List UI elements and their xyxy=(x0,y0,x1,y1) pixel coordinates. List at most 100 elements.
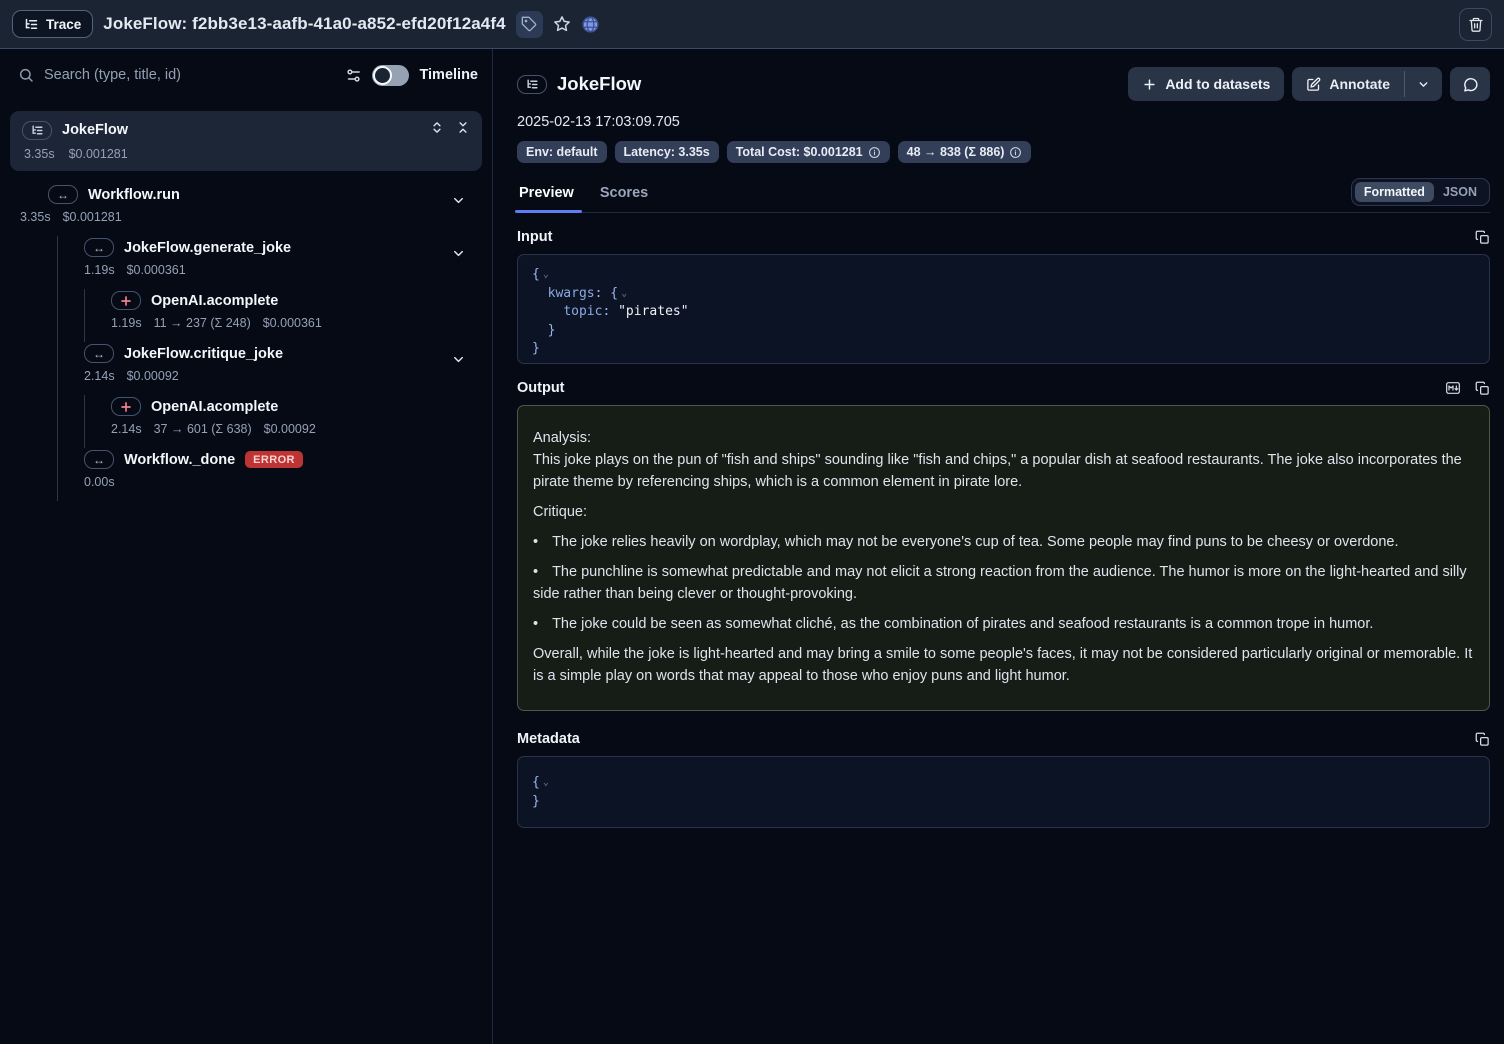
collapse-chevron[interactable]: ⌄ xyxy=(618,288,627,299)
node-latency: 1.19s xyxy=(111,316,142,330)
total-cost-badge: Total Cost: $0.001281 xyxy=(727,141,890,163)
analysis-text: This joke plays on the pun of "fish and … xyxy=(533,452,1462,490)
metadata-json-viewer[interactable]: {⌄ } xyxy=(517,756,1490,828)
node-tokens: 37 → 601 (Σ 638) xyxy=(154,422,252,436)
input-heading: Input xyxy=(517,229,552,245)
comments-button[interactable] xyxy=(1450,67,1490,101)
format-toggle: Formatted JSON xyxy=(1351,178,1490,206)
trace-badge-label: Trace xyxy=(46,17,81,32)
closing-text: Overall, while the joke is light-hearted… xyxy=(533,643,1474,687)
chevron-down-icon[interactable] xyxy=(451,352,466,372)
filter-settings-icon[interactable] xyxy=(345,67,362,84)
bullet-marker: • xyxy=(533,564,552,580)
input-section-header: Input xyxy=(517,229,1490,245)
metadata-heading: Metadata xyxy=(517,731,580,747)
span-icon: ↔ xyxy=(84,450,114,469)
trace-detail-panel: JokeFlow Add to datasets Annotate xyxy=(493,49,1504,1044)
public-share-button[interactable] xyxy=(581,15,600,34)
format-toggle-formatted[interactable]: Formatted xyxy=(1355,182,1434,202)
generation-icon xyxy=(111,397,141,416)
tree-node-generate-joke[interactable]: ↔ JokeFlow.generate_joke 1.19s $0.000361 xyxy=(58,236,482,289)
input-json-viewer[interactable]: {⌄ kwargs: {⌄ topic: "pirates" } } xyxy=(517,254,1490,364)
globe-icon xyxy=(581,15,600,34)
node-cost: $0.000361 xyxy=(127,263,186,277)
chevron-down-icon[interactable] xyxy=(451,193,466,213)
list-tree-icon xyxy=(24,17,39,32)
info-icon xyxy=(1009,146,1022,159)
tree-node-jokeflow-root[interactable]: JokeFlow 3.35s $0.001281 xyxy=(10,111,482,171)
detail-tabs: Preview Scores Formatted JSON xyxy=(517,177,1490,213)
tokens-badge: 48 → 838 (Σ 886) xyxy=(898,141,1032,163)
toggle-knob xyxy=(373,66,392,85)
bullet-marker: • xyxy=(533,534,552,550)
trace-tree: JokeFlow 3.35s $0.001281 xyxy=(0,101,492,501)
tree-node-workflow-run[interactable]: ↔ Workflow.run 3.35s $0.001281 xyxy=(10,183,482,236)
span-icon: ↔ xyxy=(48,185,78,204)
tree-children-of-run: ↔ JokeFlow.generate_joke 1.19s $0.000361 xyxy=(57,236,482,501)
comment-bubble-icon xyxy=(1462,76,1479,93)
tree-node-openai-acomplete-1[interactable]: OpenAI.acomplete 1.19s 11 → 237 (Σ 248) … xyxy=(85,289,482,342)
node-tokens: 11 → 237 (Σ 248) xyxy=(154,316,251,330)
output-heading: Output xyxy=(517,380,565,396)
info-icon xyxy=(868,146,881,159)
tree-node-label: OpenAI.acomplete xyxy=(151,399,278,415)
span-icon: ↔ xyxy=(84,238,114,257)
tag-icon xyxy=(521,16,537,32)
metadata-section-header: Metadata xyxy=(517,731,1490,747)
collapse-chevron[interactable]: ⌄ xyxy=(540,777,549,788)
add-to-datasets-button[interactable]: Add to datasets xyxy=(1128,67,1284,101)
expand-all-icon[interactable] xyxy=(430,120,444,140)
plus-icon xyxy=(1142,77,1157,92)
copy-icon[interactable] xyxy=(1475,380,1490,396)
tags-button[interactable] xyxy=(516,11,543,38)
chevron-down-icon xyxy=(1417,78,1430,91)
search-row: Timeline xyxy=(0,49,492,101)
collapse-chevron[interactable]: ⌄ xyxy=(540,269,549,280)
search-icon xyxy=(18,67,34,83)
generation-icon xyxy=(111,291,141,310)
annotate-dropdown-button[interactable] xyxy=(1405,67,1442,101)
copy-icon[interactable] xyxy=(1475,732,1490,747)
latency-badge: Latency: 3.35s xyxy=(615,141,719,163)
trace-title: JokeFlow xyxy=(557,73,641,95)
tree-node-label: JokeFlow xyxy=(62,122,128,138)
tree-node-label: JokeFlow.generate_joke xyxy=(124,240,291,256)
chevron-down-icon[interactable] xyxy=(451,246,466,266)
bullet-marker: • xyxy=(533,616,552,632)
tree-node-openai-acomplete-2[interactable]: OpenAI.acomplete 2.14s 37 → 601 (Σ 638) … xyxy=(85,395,482,448)
annotate-button[interactable]: Annotate xyxy=(1292,67,1404,101)
critique-label: Critique: xyxy=(533,504,587,520)
node-latency: 1.19s xyxy=(84,263,115,277)
node-latency: 3.35s xyxy=(20,210,51,224)
timeline-toggle[interactable] xyxy=(372,65,409,86)
tree-node-critique-joke[interactable]: ↔ JokeFlow.critique_joke 2.14s $0.00092 xyxy=(58,342,482,395)
tree-node-workflow-done[interactable]: ↔ Workflow._done ERROR 0.00s xyxy=(58,448,482,501)
copy-icon[interactable] xyxy=(1475,230,1490,245)
page-title: JokeFlow: f2bb3e13-aafb-41a0-a852-efd20f… xyxy=(103,14,505,34)
tree-children-of-critique: OpenAI.acomplete 2.14s 37 → 601 (Σ 638) … xyxy=(84,395,482,448)
trace-icon xyxy=(22,121,52,140)
output-section-header: Output xyxy=(517,380,1490,396)
trace-tree-sidebar: Timeline JokeFlow xyxy=(0,49,493,1044)
delete-trace-button[interactable] xyxy=(1459,8,1492,41)
node-cost: $0.000361 xyxy=(263,316,322,330)
env-badge: Env: default xyxy=(517,141,607,163)
markdown-toggle-icon[interactable] xyxy=(1445,380,1461,396)
critique-bullet: •The joke could be seen as somewhat clic… xyxy=(533,613,1474,635)
critique-bullet: •The punchline is somewhat predictable a… xyxy=(533,561,1474,605)
search-input[interactable] xyxy=(44,67,335,83)
tab-preview[interactable]: Preview xyxy=(517,177,576,212)
error-badge: ERROR xyxy=(245,451,303,468)
collapse-all-icon[interactable] xyxy=(456,120,470,140)
trace-timestamp: 2025-02-13 17:03:09.705 xyxy=(517,114,1490,130)
timeline-toggle-label: Timeline xyxy=(419,67,478,83)
analysis-label: Analysis: xyxy=(533,430,591,446)
star-button[interactable] xyxy=(553,15,571,33)
node-latency: 2.14s xyxy=(84,369,115,383)
output-content: Analysis: This joke plays on the pun of … xyxy=(517,405,1490,711)
trash-icon xyxy=(1468,16,1484,33)
format-toggle-json[interactable]: JSON xyxy=(1434,182,1486,202)
annotate-split-button: Annotate xyxy=(1292,67,1442,101)
tree-children-of-generate: OpenAI.acomplete 1.19s 11 → 237 (Σ 248) … xyxy=(84,289,482,342)
tab-scores[interactable]: Scores xyxy=(598,177,650,212)
